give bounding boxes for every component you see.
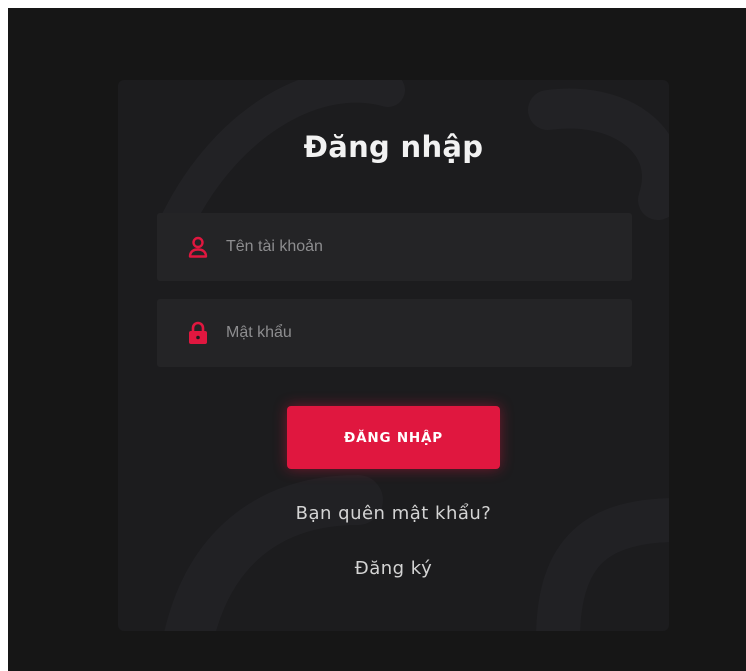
password-input[interactable] (226, 299, 632, 367)
login-button[interactable]: ĐĂNG NHẬP (287, 406, 500, 469)
username-input[interactable] (226, 213, 632, 281)
register-link[interactable]: Đăng ký (118, 558, 669, 579)
lock-icon (187, 321, 209, 345)
forgot-password-link[interactable]: Bạn quên mật khẩu? (118, 503, 669, 524)
login-card: Đăng nhập ĐĂNG NHẬP Bạn quên mật kh (118, 80, 669, 631)
user-icon (187, 235, 209, 259)
page-background: Đăng nhập ĐĂNG NHẬP Bạn quên mật kh (8, 8, 746, 671)
password-field[interactable] (157, 299, 632, 367)
page-title: Đăng nhập (303, 130, 484, 164)
username-field[interactable] (157, 213, 632, 281)
